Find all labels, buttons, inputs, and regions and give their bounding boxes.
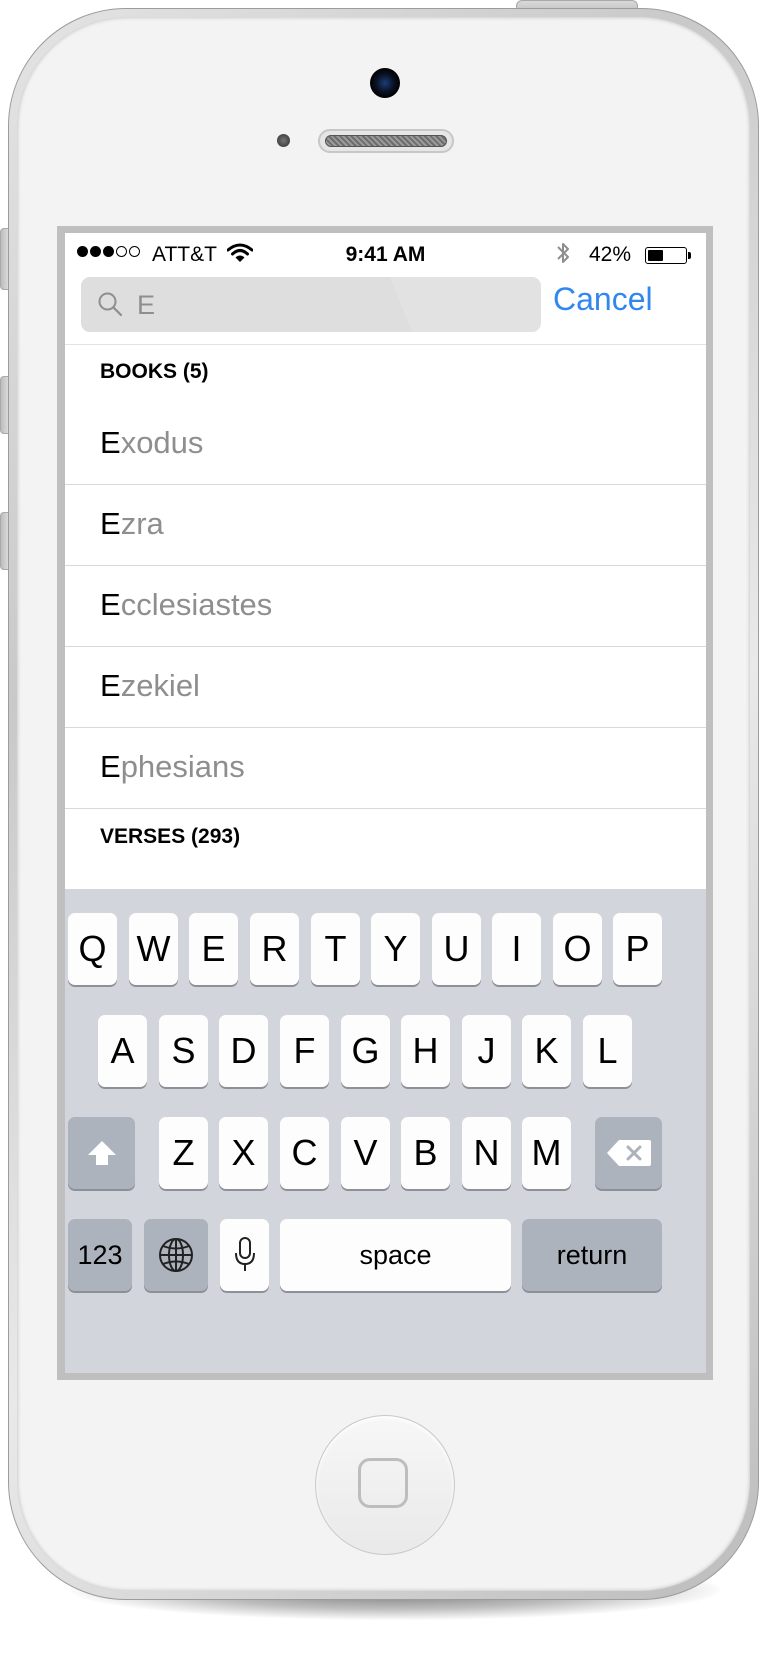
book-title-rest: zra (120, 506, 164, 541)
dictation-key[interactable] (220, 1219, 269, 1291)
key-m[interactable]: M (522, 1117, 571, 1189)
search-input[interactable] (137, 285, 517, 325)
book-title: Ezekiel (100, 668, 200, 704)
key-s[interactable]: S (159, 1015, 208, 1087)
delete-key[interactable] (595, 1117, 662, 1189)
book-title-rest: xodus (120, 425, 204, 460)
search-field[interactable] (81, 277, 541, 332)
book-title-match: E (100, 749, 121, 784)
key-p[interactable]: P (613, 913, 662, 985)
book-row[interactable]: Ezra (65, 484, 706, 566)
key-i[interactable]: I (492, 913, 541, 985)
key-h[interactable]: H (401, 1015, 450, 1087)
key-w[interactable]: W (129, 913, 178, 985)
book-row[interactable]: Exodus (65, 403, 706, 485)
battery-level-fill (648, 250, 663, 261)
key-b[interactable]: B (401, 1117, 450, 1189)
front-camera (370, 68, 400, 98)
key-e[interactable]: E (189, 913, 238, 985)
key-n[interactable]: N (462, 1117, 511, 1189)
key-k[interactable]: K (522, 1015, 571, 1087)
key-x[interactable]: X (219, 1117, 268, 1189)
status-bar: ATT&T 9:41 AM 42% (65, 233, 706, 273)
key-r[interactable]: R (250, 913, 299, 985)
space-key[interactable]: space (280, 1219, 511, 1291)
search-icon (98, 292, 123, 317)
book-row[interactable]: Ezekiel (65, 646, 706, 728)
microphone-icon (234, 1237, 255, 1271)
book-title-rest: phesians (120, 749, 245, 784)
shift-key[interactable] (68, 1117, 135, 1189)
globe-key[interactable] (144, 1219, 208, 1291)
key-a[interactable]: A (98, 1015, 147, 1087)
book-title-rest: zekiel (120, 668, 200, 703)
key-g[interactable]: G (341, 1015, 390, 1087)
home-square-icon (358, 1458, 408, 1508)
book-title-rest: cclesiastes (120, 587, 273, 622)
proximity-sensor (277, 134, 290, 147)
key-d[interactable]: D (219, 1015, 268, 1087)
book-title-match: E (100, 668, 121, 703)
battery-icon (645, 247, 687, 264)
keyboard: Q W E R T Y U I O P A S D F G H J K L Z … (65, 889, 706, 1373)
earpiece-speaker (318, 129, 454, 153)
speaker-grill (325, 135, 447, 147)
shift-arrow-icon (87, 1141, 116, 1165)
key-t[interactable]: T (311, 913, 360, 985)
book-title-match: E (100, 425, 121, 460)
book-title: Ephesians (100, 749, 245, 785)
search-bar: Cancel (65, 273, 706, 345)
key-y[interactable]: Y (371, 913, 420, 985)
book-title: Ezra (100, 506, 164, 542)
book-title-match: E (100, 587, 121, 622)
key-f[interactable]: F (280, 1015, 329, 1087)
book-title-match: E (100, 506, 121, 541)
bluetooth-icon (557, 243, 569, 263)
globe-icon (159, 1238, 193, 1272)
key-c[interactable]: C (280, 1117, 329, 1189)
book-title: Ecclesiastes (100, 587, 272, 623)
backspace-icon (606, 1140, 651, 1166)
key-z[interactable]: Z (159, 1117, 208, 1189)
book-title: Exodus (100, 425, 203, 461)
key-v[interactable]: V (341, 1117, 390, 1189)
books-section-header: BOOKS (5) (100, 360, 209, 383)
cancel-button[interactable]: Cancel (553, 281, 653, 318)
battery-tip (688, 252, 691, 259)
key-o[interactable]: O (553, 913, 602, 985)
key-l[interactable]: L (583, 1015, 632, 1087)
return-key[interactable]: return (522, 1219, 662, 1291)
key-u[interactable]: U (432, 913, 481, 985)
key-q[interactable]: Q (68, 913, 117, 985)
screen: ATT&T 9:41 AM 42% Cancel BOOKS (5) Exodu… (65, 233, 706, 1373)
numbers-key[interactable]: 123 (68, 1219, 132, 1291)
book-row[interactable]: Ephesians (65, 727, 706, 809)
book-row[interactable]: Ecclesiastes (65, 565, 706, 647)
verses-section-header: VERSES (293) (100, 825, 241, 848)
battery-percentage: 42% (589, 243, 632, 266)
key-j[interactable]: J (462, 1015, 511, 1087)
home-button[interactable] (315, 1415, 455, 1555)
